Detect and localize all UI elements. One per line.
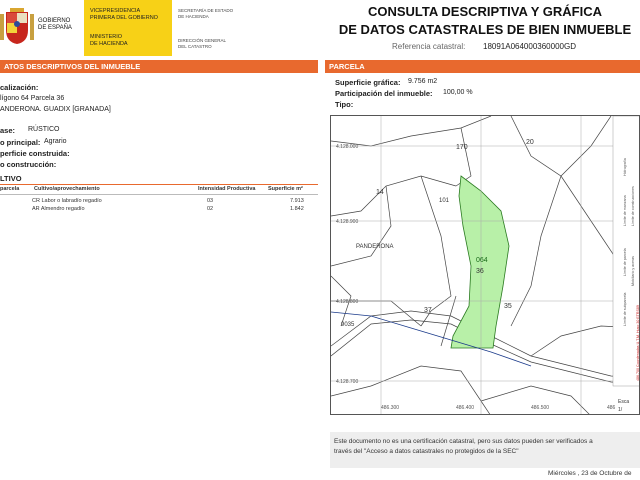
- page-title: CONSULTA DESCRIPTIVA Y GRÁFICA: [367, 4, 602, 19]
- map-place-name: PANDERONA: [356, 244, 394, 250]
- map-x-label-2: 486.400: [456, 405, 474, 411]
- map-x-label-1: 486.300: [381, 405, 399, 411]
- tipo-label: Tipo:: [335, 100, 354, 109]
- legend-hidrografia: Hidrografía: [623, 158, 627, 176]
- cultivo-divider: [0, 184, 318, 185]
- map-parcel-101: 101: [439, 198, 450, 204]
- ministry-block: VICEPRESIDENCIA PRIMERA DEL GOBIERNO MIN…: [84, 0, 172, 56]
- location-line2: ANDERONA. GUADIX [GRANADA]: [0, 106, 111, 113]
- coat-of-arms-icon: [0, 8, 34, 44]
- map-y-label-4: 4.128.700: [336, 379, 358, 385]
- map-x-label-4: 486: [607, 405, 616, 411]
- legend-limite-subparcela: Límite de subparcela: [623, 293, 627, 326]
- legend-mobiliario: Mobiliario y aceras: [631, 256, 635, 286]
- row2-intensidad: 02: [207, 206, 214, 212]
- refcat-value: 18091A064000360000GD: [483, 42, 576, 51]
- map-y-label-3: 4.128.800: [336, 299, 358, 305]
- anio-construccion-label: o construcción:: [0, 160, 57, 169]
- page-subtitle: DE DATOS CATASTRALES DE BIEN INMUEBLE: [338, 22, 632, 37]
- col-parcela: parcela: [0, 186, 20, 192]
- legend-coords: 486.700 Coordenadas U.T.M. Huso 30 ETRS8…: [636, 305, 640, 381]
- map-parcel-35: 35: [504, 303, 512, 310]
- uso-value: Agrario: [44, 138, 67, 145]
- map-y-label-2: 4.128.900: [336, 219, 358, 225]
- col-superficie: Superficie m²: [268, 186, 303, 192]
- legend-limite-parcela: Límite de parcela: [623, 248, 627, 276]
- clase-label: ase:: [0, 126, 16, 135]
- superficie-construida-label: perficie construida:: [0, 149, 70, 158]
- clase-value: RÚSTICO: [28, 126, 60, 133]
- disclaimer-line2: través del "Acceso a datos catastrales n…: [334, 448, 519, 455]
- location-line1: lígono 64 Parcela 36: [0, 95, 65, 102]
- col-cultivo: Cultivo/aprovechamiento: [34, 186, 100, 192]
- map-parcel-064: 064: [476, 257, 488, 264]
- row1-cultivo: CR Labor o labradío regadío: [32, 198, 102, 204]
- map-parcel-9035: 9035: [341, 322, 355, 328]
- participacion-label: Participación del inmueble:: [335, 89, 433, 98]
- map-scale-label: Esca: [618, 399, 629, 405]
- row2-superficie: 1.842: [290, 206, 304, 212]
- refcat-label: Referencia catastral:: [392, 42, 466, 51]
- row1-intensidad: 03: [207, 198, 214, 204]
- gobierno-label: GOBIERNO DE ESPAÑA: [38, 18, 72, 31]
- map-parcel-36: 36: [476, 268, 484, 275]
- row2-cultivo: AR Almendro regadío: [32, 206, 85, 212]
- map-y-label-1: 4.128.000: [336, 144, 358, 150]
- participacion-value: 100,00 %: [443, 89, 473, 96]
- parcela-bar: PARCELA: [325, 60, 640, 73]
- superficie-grafica-value: 9.756 m2: [408, 78, 438, 85]
- uso-label: o principal:: [0, 138, 41, 147]
- disclaimer-note: Este documento no es una certificación c…: [330, 432, 640, 468]
- map-drawing: 4.128.000 4.128.900 4.128.800 4.128.700 …: [331, 116, 640, 414]
- document-date: Miércoles , 23 de Octubre de: [548, 470, 632, 477]
- map-parcel-170: 170: [456, 144, 468, 151]
- disclaimer-line1: Este documento no es una certificación c…: [334, 438, 593, 445]
- map-parcel-20: 20: [526, 139, 534, 146]
- descriptive-data-bar: ATOS DESCRIPTIVOS DEL INMUEBLE: [0, 60, 318, 73]
- location-label: calización:: [0, 83, 39, 92]
- row1-superficie: 7.913: [290, 198, 304, 204]
- map-x-label-3: 486.500: [531, 405, 549, 411]
- table-header-divider: [0, 194, 318, 195]
- superficie-grafica-label: Superficie gráfica:: [335, 78, 401, 87]
- col-intensidad: Intensidad Productiva: [198, 186, 256, 192]
- map-scale-value: 1/: [618, 407, 623, 413]
- map-parcel-14: 14: [376, 189, 384, 196]
- cadastral-map[interactable]: 4.128.000 4.128.900 4.128.800 4.128.700 …: [330, 115, 640, 415]
- secretaria-label: SECRETARÍA DE ESTADO DE HACIENDA DIRECCI…: [178, 8, 234, 49]
- cultivo-title: LTIVO: [0, 174, 22, 183]
- legend-limite-manzana: Límite de manzana: [623, 195, 627, 226]
- map-parcel-37: 37: [424, 307, 432, 314]
- legend-limite-construcciones: Límite de construcciones: [631, 186, 635, 226]
